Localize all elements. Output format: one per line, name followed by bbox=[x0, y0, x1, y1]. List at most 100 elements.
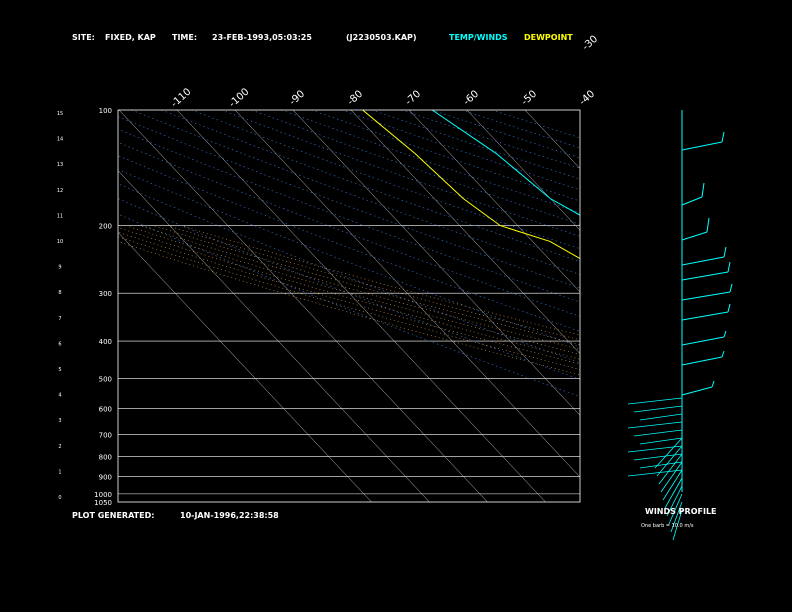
wind-barb bbox=[633, 405, 683, 413]
wind-barb bbox=[627, 421, 683, 429]
wind-barb-flag bbox=[723, 330, 727, 338]
height-tick-label: 2 bbox=[58, 444, 61, 450]
wind-barb bbox=[633, 429, 683, 437]
moist-adiabat bbox=[118, 241, 580, 375]
isotherm-line bbox=[524, 110, 580, 169]
height-tick-label: 7 bbox=[58, 316, 61, 322]
height-tick-label: 0 bbox=[58, 495, 61, 501]
wind-barb bbox=[627, 397, 683, 405]
dry-adiabat bbox=[118, 155, 580, 332]
wind-barb bbox=[681, 256, 725, 266]
wind-barb bbox=[681, 271, 729, 281]
moist-adiabat bbox=[118, 231, 580, 365]
wind-barb-flag bbox=[721, 350, 725, 358]
wind-barb bbox=[681, 231, 708, 241]
pressure-tick-label: 600 bbox=[99, 406, 112, 414]
pressure-tick-label: 200 bbox=[99, 223, 112, 231]
isotherm-line bbox=[234, 110, 580, 478]
wind-barb bbox=[633, 453, 683, 461]
wind-barb-flag bbox=[727, 261, 731, 273]
skew-t-chart: 1002003004005006007008009001000105001234… bbox=[57, 34, 792, 541]
wind-barb bbox=[681, 141, 723, 151]
dry-adiabat bbox=[311, 110, 580, 202]
wind-barb-flag bbox=[711, 380, 715, 388]
height-tick-label: 14 bbox=[57, 137, 63, 143]
dry-adiabat bbox=[118, 141, 580, 317]
pressure-tick-label: 100 bbox=[99, 107, 112, 115]
height-tick-label: 6 bbox=[58, 341, 61, 347]
height-tick-label: 15 bbox=[57, 111, 63, 117]
isotherm-line bbox=[408, 110, 580, 293]
wind-barb bbox=[627, 445, 683, 453]
pressure-tick-label: 400 bbox=[99, 338, 112, 346]
dry-adiabat bbox=[281, 110, 580, 213]
height-tick-label: 11 bbox=[57, 213, 63, 219]
isotherm-line bbox=[757, 110, 792, 502]
temperature-line bbox=[431, 110, 580, 216]
moist-adiabat bbox=[153, 225, 580, 345]
wind-barb bbox=[681, 336, 725, 346]
wind-barb bbox=[681, 386, 713, 396]
winds-profile-title: WINDS PROFILE bbox=[645, 507, 717, 516]
dry-adiabat bbox=[131, 110, 580, 275]
moist-adiabat bbox=[125, 225, 580, 355]
dry-adiabat bbox=[431, 110, 580, 159]
wind-barb-flag bbox=[723, 246, 727, 258]
dry-adiabat bbox=[341, 110, 580, 191]
isotherm-line bbox=[466, 110, 580, 231]
dry-adiabat bbox=[118, 169, 580, 348]
moist-adiabat bbox=[118, 227, 580, 360]
wind-barb-flag bbox=[701, 182, 705, 198]
isotherm-tick-label: -50 bbox=[520, 89, 540, 108]
isotherm-tick-label: -30 bbox=[581, 34, 601, 53]
height-tick-label: 9 bbox=[58, 265, 61, 271]
isotherm-line bbox=[118, 110, 488, 502]
pressure-tick-label: 500 bbox=[99, 375, 112, 383]
wind-barb bbox=[639, 437, 683, 445]
plot-generated-label: PLOT GENERATED: bbox=[72, 511, 155, 520]
isotherm-tick-label: -60 bbox=[462, 89, 482, 108]
dry-adiabat bbox=[118, 198, 580, 380]
wind-barb bbox=[654, 437, 683, 469]
height-tick-label: 4 bbox=[58, 393, 61, 399]
dry-adiabat bbox=[461, 110, 580, 149]
wind-barb bbox=[681, 311, 729, 321]
wind-barb bbox=[639, 413, 683, 421]
dewpoint-line bbox=[362, 110, 580, 260]
dry-adiabat bbox=[118, 213, 580, 397]
dry-adiabat bbox=[491, 110, 580, 139]
height-tick-label: 12 bbox=[57, 188, 63, 194]
pressure-tick-label: 900 bbox=[99, 473, 112, 481]
wind-barb-flag bbox=[706, 217, 710, 233]
dry-adiabat bbox=[401, 110, 580, 169]
pressure-tick-label: 700 bbox=[99, 431, 112, 439]
height-tick-label: 8 bbox=[58, 290, 61, 296]
wind-barb bbox=[681, 291, 731, 301]
pressure-tick-label: 800 bbox=[99, 454, 112, 462]
dry-adiabat bbox=[371, 110, 580, 180]
wind-barb-flag bbox=[721, 131, 725, 143]
wind-barb bbox=[639, 461, 683, 469]
dry-adiabat bbox=[221, 110, 580, 237]
height-tick-label: 10 bbox=[57, 239, 63, 245]
isotherm-line bbox=[583, 110, 792, 502]
height-tick-label: 1 bbox=[58, 469, 61, 475]
moist-adiabat bbox=[118, 236, 580, 370]
pressure-tick-label: 1050 bbox=[94, 499, 112, 507]
isotherm-tick-label: -70 bbox=[404, 89, 424, 108]
wind-barb bbox=[681, 196, 703, 206]
wind-barb-flag bbox=[729, 283, 733, 293]
pressure-tick-label: 300 bbox=[99, 290, 112, 298]
plot-generated-value: 10-JAN-1996,22:38:58 bbox=[180, 511, 279, 520]
dry-adiabat bbox=[118, 183, 580, 364]
isotherm-tick-label: -90 bbox=[288, 89, 308, 108]
wind-barb-flag bbox=[727, 303, 731, 313]
dry-adiabat bbox=[161, 110, 580, 262]
isotherm-tick-label: -80 bbox=[346, 89, 366, 108]
height-tick-label: 13 bbox=[57, 162, 63, 168]
isotherm-line bbox=[641, 110, 792, 502]
height-tick-label: 5 bbox=[58, 367, 61, 373]
dry-adiabat bbox=[191, 110, 580, 250]
dry-adiabat bbox=[118, 116, 580, 289]
wind-barb bbox=[681, 356, 723, 366]
